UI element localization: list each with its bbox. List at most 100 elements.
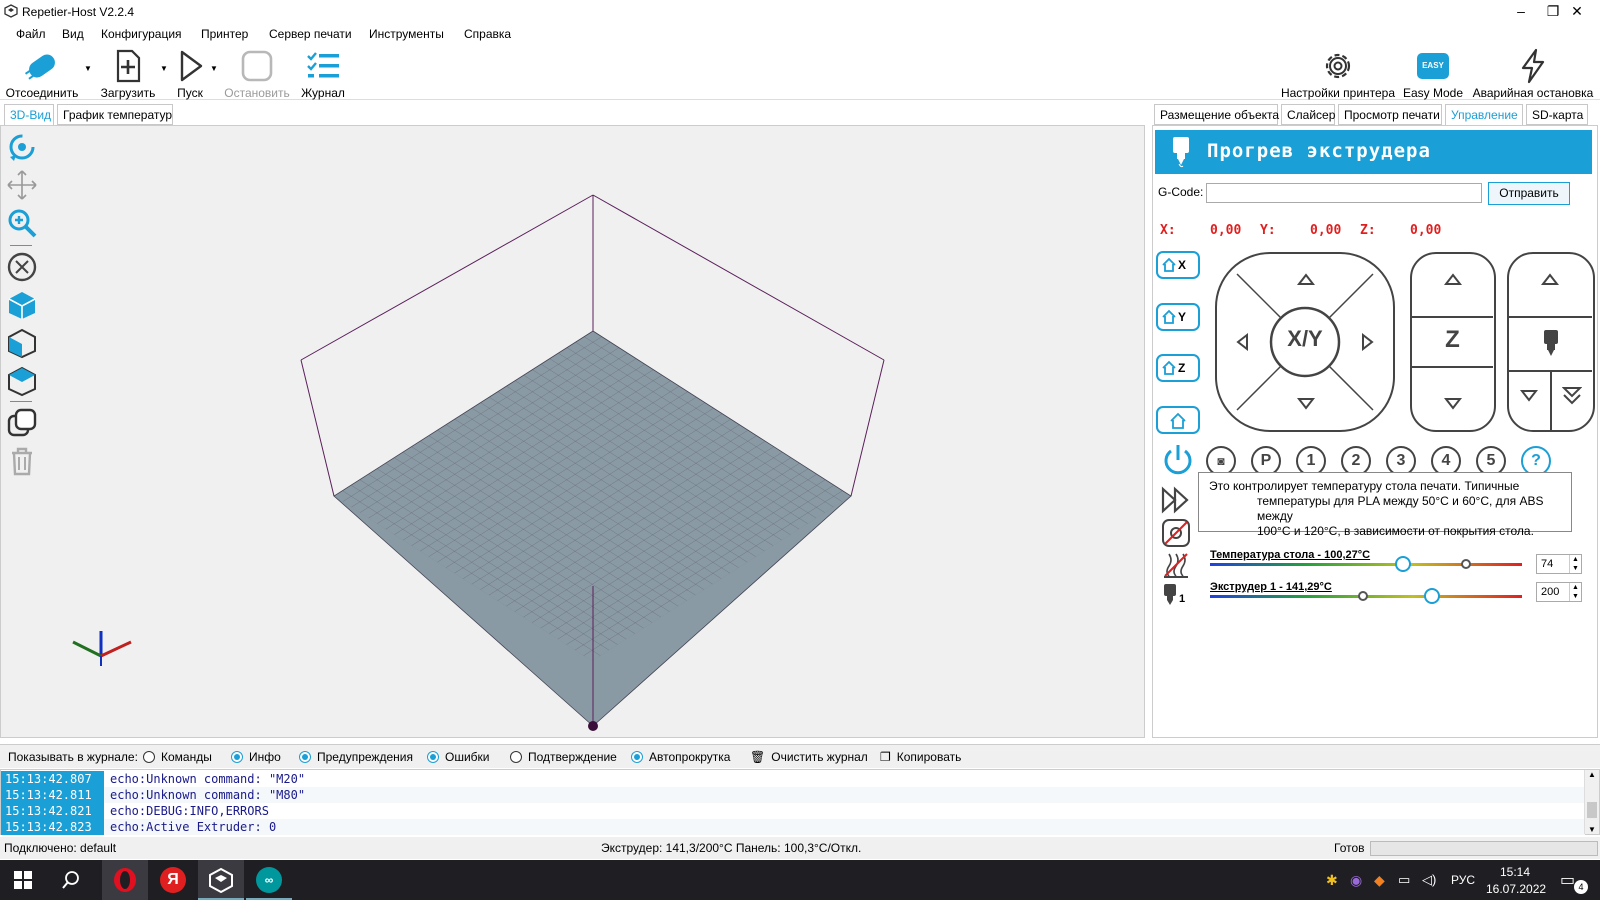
extrude-arrow-icon[interactable] bbox=[1520, 389, 1538, 403]
log-button[interactable]: Журнал bbox=[298, 48, 348, 100]
close-button[interactable]: ✕ bbox=[1554, 0, 1600, 24]
taskbar-opera[interactable] bbox=[102, 860, 148, 900]
fan-off-icon[interactable] bbox=[1161, 518, 1191, 548]
log-show-label: Показывать в журнале: bbox=[8, 750, 138, 764]
taskbar-yandex[interactable]: Я bbox=[150, 860, 196, 900]
y-plus-arrow-icon[interactable] bbox=[1297, 272, 1315, 286]
viber-icon[interactable]: ◉ bbox=[1350, 872, 1362, 889]
menu-config[interactable]: Конфигурация bbox=[101, 27, 182, 41]
fit-view-icon[interactable] bbox=[6, 251, 38, 283]
tab-control[interactable]: Управление bbox=[1445, 104, 1523, 126]
z-up-arrow-icon[interactable] bbox=[1444, 272, 1462, 286]
side-view-icon[interactable] bbox=[6, 327, 38, 359]
emergency-stop-button[interactable]: Аварийная остановка bbox=[1470, 48, 1596, 100]
tab-object-placement[interactable]: Размещение объекта bbox=[1154, 104, 1279, 125]
window-title: Repetier-Host V2.2.4 bbox=[22, 5, 135, 19]
log-scrollbar[interactable]: ▲ ▼ bbox=[1584, 770, 1599, 834]
menu-print-server[interactable]: Сервер печати bbox=[269, 27, 352, 41]
tab-slicer[interactable]: Слайсер bbox=[1281, 104, 1335, 125]
z-jog-pad: Z bbox=[1410, 252, 1496, 432]
scroll-up-icon[interactable]: ▲ bbox=[1585, 770, 1599, 779]
run-dropdown-icon[interactable]: ▼ bbox=[210, 64, 218, 73]
notifications-icon[interactable]: ▭ bbox=[1560, 870, 1575, 890]
radio-icon bbox=[299, 751, 311, 763]
network-icon[interactable]: ▭ bbox=[1398, 872, 1410, 888]
filter-autoscroll[interactable]: Автопрокрутка bbox=[631, 750, 730, 764]
extruder-target-input[interactable]: 200 ▲ ▼ bbox=[1536, 582, 1582, 602]
yandex-icon: Я bbox=[160, 867, 186, 893]
tab-temperature-graph[interactable]: График температур bbox=[57, 104, 173, 125]
tab-3d-view[interactable]: 3D-Вид bbox=[4, 104, 54, 126]
send-button[interactable]: Отправить bbox=[1488, 182, 1570, 205]
menu-printer[interactable]: Принтер bbox=[201, 27, 248, 41]
printer-settings-button[interactable]: Настройки принтера bbox=[1278, 48, 1398, 100]
home-y-button[interactable]: Y bbox=[1156, 303, 1200, 331]
taskbar-arduino[interactable]: ∞ bbox=[246, 860, 292, 900]
tab-sd-card[interactable]: SD-карта bbox=[1526, 104, 1588, 125]
home-icon bbox=[1162, 309, 1176, 324]
language-indicator[interactable]: РУС bbox=[1451, 873, 1475, 887]
3d-viewport[interactable] bbox=[0, 125, 1145, 738]
bed-target-knob[interactable] bbox=[1460, 559, 1471, 569]
filter-ack-label: Подтверждение bbox=[528, 750, 617, 764]
run-button[interactable]: Пуск bbox=[170, 48, 210, 100]
disconnect-button[interactable]: Отсоединить bbox=[2, 48, 82, 100]
stop-button[interactable]: Остановить bbox=[222, 48, 292, 100]
start-button[interactable] bbox=[0, 860, 46, 900]
taskbar-repetier[interactable] bbox=[198, 860, 244, 900]
retract-arrow-icon[interactable] bbox=[1541, 272, 1559, 286]
trash-icon[interactable] bbox=[6, 445, 38, 477]
print-volume-3d[interactable] bbox=[1, 126, 1146, 739]
tray-app-icon[interactable]: ✱ bbox=[1326, 872, 1338, 889]
home-x-button[interactable]: X bbox=[1156, 251, 1200, 279]
filter-errors[interactable]: Ошибки bbox=[427, 750, 490, 764]
log-filter-bar: Показывать в журнале: Команды Инфо Преду… bbox=[0, 744, 1600, 768]
zoom-icon[interactable] bbox=[6, 207, 38, 239]
menu-tools[interactable]: Инструменты bbox=[369, 27, 444, 41]
fast-forward-icon[interactable] bbox=[1160, 486, 1192, 514]
filter-commands[interactable]: Команды bbox=[143, 750, 212, 764]
menu-help[interactable]: Справка bbox=[464, 27, 511, 41]
home-z-button[interactable]: Z bbox=[1156, 354, 1200, 382]
x-minus-arrow-icon[interactable] bbox=[1235, 333, 1249, 351]
spinner-arrows[interactable]: ▲ ▼ bbox=[1569, 555, 1581, 573]
z-down-arrow-icon[interactable] bbox=[1444, 397, 1462, 411]
y-coord-value: 0,00 bbox=[1310, 223, 1342, 238]
tray-app2-icon[interactable]: ◆ bbox=[1374, 872, 1385, 889]
scroll-thumb[interactable] bbox=[1587, 802, 1597, 818]
load-dropdown-icon[interactable]: ▼ bbox=[160, 64, 168, 73]
menu-file[interactable]: Файл bbox=[16, 27, 46, 41]
spinner-arrows[interactable]: ▲ ▼ bbox=[1569, 583, 1581, 601]
filter-warnings[interactable]: Предупреждения bbox=[299, 750, 413, 764]
move-view-icon[interactable] bbox=[6, 169, 38, 201]
front-view-icon[interactable] bbox=[6, 289, 38, 321]
tab-print-preview[interactable]: Просмотр печати bbox=[1338, 104, 1442, 125]
rotate-view-icon[interactable] bbox=[6, 131, 38, 163]
copy-objects-icon[interactable] bbox=[6, 407, 38, 439]
bed-target-input[interactable]: 74 ▲ ▼ bbox=[1536, 554, 1582, 574]
extruder-target-knob[interactable] bbox=[1423, 588, 1440, 604]
volume-icon[interactable]: ◁) bbox=[1422, 872, 1436, 888]
easy-mode-icon: EASY bbox=[1417, 53, 1449, 79]
scroll-down-icon[interactable]: ▼ bbox=[1585, 825, 1599, 834]
play-icon bbox=[180, 50, 203, 82]
power-icon[interactable] bbox=[1160, 442, 1196, 478]
copy-log-button[interactable]: ❐ Копировать bbox=[880, 750, 961, 764]
load-button[interactable]: Загрузить bbox=[98, 48, 158, 100]
clock-time[interactable]: 15:14 bbox=[1500, 865, 1530, 879]
extrude-fast-arrow-icon[interactable] bbox=[1562, 386, 1582, 406]
extruder-current-knob[interactable] bbox=[1357, 591, 1368, 601]
disconnect-dropdown-icon[interactable]: ▼ bbox=[84, 64, 92, 73]
filter-ack[interactable]: Подтверждение bbox=[510, 750, 617, 764]
easy-mode-button[interactable]: EASY Easy Mode bbox=[1402, 48, 1464, 100]
filter-info[interactable]: Инфо bbox=[231, 750, 281, 764]
search-button[interactable] bbox=[48, 860, 94, 900]
gcode-input[interactable] bbox=[1206, 183, 1482, 203]
x-plus-arrow-icon[interactable] bbox=[1361, 333, 1375, 351]
top-view-icon[interactable] bbox=[6, 365, 38, 397]
y-minus-arrow-icon[interactable] bbox=[1297, 397, 1315, 411]
clock-date[interactable]: 16.07.2022 bbox=[1486, 882, 1546, 896]
menu-view[interactable]: Вид bbox=[62, 27, 84, 41]
clear-log-button[interactable]: 🗑 Очистить журнал bbox=[750, 750, 868, 764]
home-all-button[interactable] bbox=[1156, 406, 1200, 434]
